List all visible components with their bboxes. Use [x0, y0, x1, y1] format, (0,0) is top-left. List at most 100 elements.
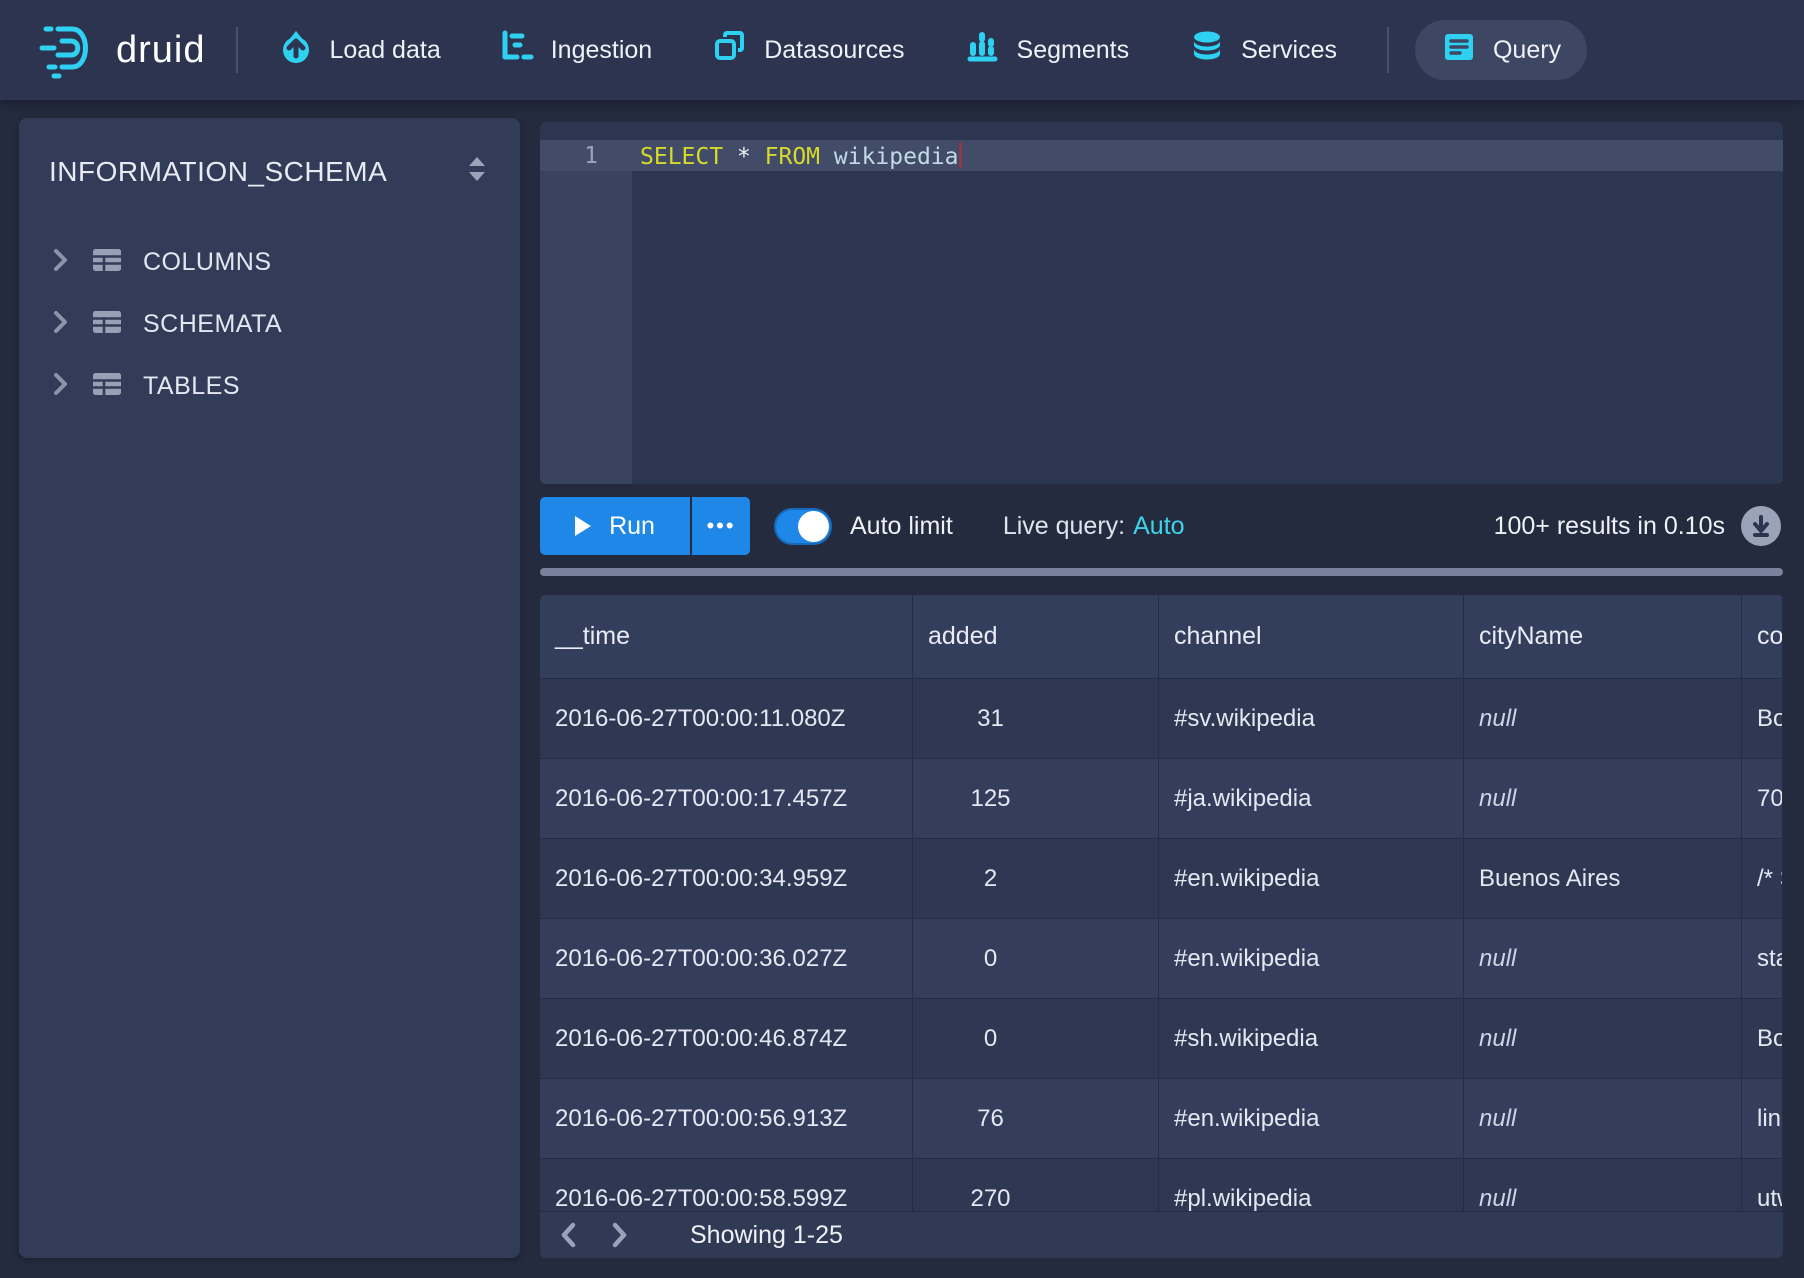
cell-comment[interactable]: Bot	[1742, 679, 1783, 759]
cell-added[interactable]: 125	[913, 759, 1159, 839]
cell-channel[interactable]: #en.wikipedia	[1159, 919, 1464, 999]
sql-token-from: FROM	[765, 144, 820, 170]
column-header-comment[interactable]: comment	[1742, 595, 1783, 679]
tree-item-tables[interactable]: TABLES	[19, 355, 520, 417]
table-row: 2016-06-27T00:00:46.874Z 0 #sh.wikipedia…	[540, 999, 1783, 1079]
nav-item-label: Query	[1493, 36, 1561, 65]
tree-item-columns[interactable]: COLUMNS	[19, 231, 520, 293]
showing-range-label: Showing 1-25	[690, 1221, 843, 1250]
table-row: 2016-06-27T00:00:11.080Z 31 #sv.wikipedi…	[540, 679, 1783, 759]
nav-item-ingestion[interactable]: Ingestion	[491, 20, 662, 80]
play-icon	[575, 516, 591, 536]
column-header-channel[interactable]: channel	[1159, 595, 1464, 679]
query-progress-bar	[540, 568, 1783, 576]
previous-page-button[interactable]	[548, 1214, 590, 1256]
cell-cityname[interactable]: Buenos Aires	[1464, 839, 1742, 919]
results-table-body: 2016-06-27T00:00:11.080Z 31 #sv.wikipedi…	[540, 679, 1783, 1239]
cell-added[interactable]: 0	[913, 999, 1159, 1079]
auto-limit-toggle[interactable]	[774, 508, 832, 545]
live-query-control[interactable]: Live query:Auto	[1003, 512, 1185, 541]
cell-time[interactable]: 2016-06-27T00:00:36.027Z	[540, 919, 913, 999]
top-navbar: druid Load data	[0, 0, 1804, 100]
sql-editor[interactable]: 1 SELECT * FROM wikipedia	[540, 122, 1783, 484]
tree-item-label: TABLES	[143, 372, 240, 401]
schema-selector[interactable]: INFORMATION_SCHEMA	[19, 118, 520, 189]
editor-gutter	[540, 122, 632, 484]
run-button-label: Run	[609, 512, 655, 541]
chevron-right-icon[interactable]	[49, 309, 71, 340]
cell-added[interactable]: 2	[913, 839, 1159, 919]
download-results-button[interactable]	[1741, 506, 1781, 546]
schema-title: INFORMATION_SCHEMA	[49, 156, 387, 188]
druid-console-window: druid Load data	[0, 0, 1804, 1278]
cell-channel[interactable]: #ja.wikipedia	[1159, 759, 1464, 839]
cell-time[interactable]: 2016-06-27T00:00:11.080Z	[540, 679, 913, 759]
live-query-value[interactable]: Auto	[1133, 512, 1184, 540]
run-button[interactable]: Run	[540, 497, 690, 555]
tree-item-label: COLUMNS	[143, 248, 272, 277]
cell-cityname[interactable]: null	[1464, 1079, 1742, 1159]
column-header-cityname[interactable]: cityName	[1464, 595, 1742, 679]
results-table-header: __timeaddedchannelcityNamecomment	[540, 595, 1783, 679]
auto-limit-label: Auto limit	[850, 512, 953, 541]
druid-logo-icon	[38, 17, 100, 84]
cell-comment[interactable]: link	[1742, 1079, 1783, 1159]
cell-cityname[interactable]: null	[1464, 759, 1742, 839]
editor-line-1[interactable]: 1 SELECT * FROM wikipedia	[540, 140, 1783, 171]
segments-icon	[965, 29, 1001, 72]
nav-item-label: Segments	[1017, 36, 1130, 65]
text-cursor	[959, 142, 962, 168]
cell-added[interactable]: 0	[913, 919, 1159, 999]
cell-time[interactable]: 2016-06-27T00:00:34.959Z	[540, 839, 913, 919]
chevron-right-icon[interactable]	[49, 247, 71, 278]
cell-cityname[interactable]: null	[1464, 679, 1742, 759]
table-row: 2016-06-27T00:00:17.457Z 125 #ja.wikiped…	[540, 759, 1783, 839]
table-row: 2016-06-27T00:00:34.959Z 2 #en.wikipedia…	[540, 839, 1783, 919]
tree-item-schemata[interactable]: SCHEMATA	[19, 293, 520, 355]
cell-cityname[interactable]: null	[1464, 919, 1742, 999]
cell-cityname[interactable]: null	[1464, 999, 1742, 1079]
druid-logo[interactable]: druid	[38, 17, 206, 84]
services-database-icon	[1189, 29, 1225, 72]
cell-channel[interactable]: #sv.wikipedia	[1159, 679, 1464, 759]
nav-item-label: Datasources	[764, 36, 904, 65]
nav-item-query[interactable]: Query	[1415, 20, 1587, 80]
table-icon	[91, 308, 123, 341]
cell-channel[interactable]: #en.wikipedia	[1159, 1079, 1464, 1159]
nav-item-datasources[interactable]: Datasources	[702, 20, 914, 80]
cell-added[interactable]: 76	[913, 1079, 1159, 1159]
nav-item-services[interactable]: Services	[1179, 20, 1347, 80]
double-caret-icon[interactable]	[464, 154, 490, 189]
cell-comment[interactable]: 70.	[1742, 759, 1783, 839]
column-header-time[interactable]: __time	[540, 595, 913, 679]
sql-token-table: wikipedia	[820, 144, 958, 170]
table-row: 2016-06-27T00:00:56.913Z 76 #en.wikipedi…	[540, 1079, 1783, 1159]
cell-comment[interactable]: sta	[1742, 919, 1783, 999]
datasources-icon	[712, 29, 748, 72]
editor-top-padding	[540, 122, 1783, 140]
navbar-divider-right	[1387, 27, 1389, 73]
ingestion-icon	[501, 30, 535, 71]
cell-channel[interactable]: #en.wikipedia	[1159, 839, 1464, 919]
cell-time[interactable]: 2016-06-27T00:00:17.457Z	[540, 759, 913, 839]
cell-added[interactable]: 31	[913, 679, 1159, 759]
table-row: 2016-06-27T00:00:36.027Z 0 #en.wikipedia…	[540, 919, 1783, 999]
cell-time[interactable]: 2016-06-27T00:00:56.913Z	[540, 1079, 913, 1159]
sql-text: SELECT * FROM wikipedia	[632, 142, 962, 170]
next-page-button[interactable]	[598, 1214, 640, 1256]
pagination-bar: Showing 1-25	[540, 1211, 1783, 1258]
nav-item-load-data[interactable]: Load data	[268, 20, 451, 80]
nav-item-segments[interactable]: Segments	[955, 20, 1140, 80]
query-toolbar: Run ••• Auto limit Live query:Auto 100+ …	[540, 497, 1783, 555]
cell-time[interactable]: 2016-06-27T00:00:46.874Z	[540, 999, 913, 1079]
cell-channel[interactable]: #sh.wikipedia	[1159, 999, 1464, 1079]
column-header-added[interactable]: added	[913, 595, 1159, 679]
run-more-options-button[interactable]: •••	[690, 497, 750, 555]
cell-comment[interactable]: Bot	[1742, 999, 1783, 1079]
nav-item-label: Services	[1241, 36, 1337, 65]
results-summary: 100+ results in 0.10s	[1494, 512, 1725, 541]
chevron-right-icon[interactable]	[49, 371, 71, 402]
sql-token-select: SELECT	[640, 144, 723, 170]
cell-comment[interactable]: /* S	[1742, 839, 1783, 919]
druid-logo-text: druid	[116, 29, 206, 72]
